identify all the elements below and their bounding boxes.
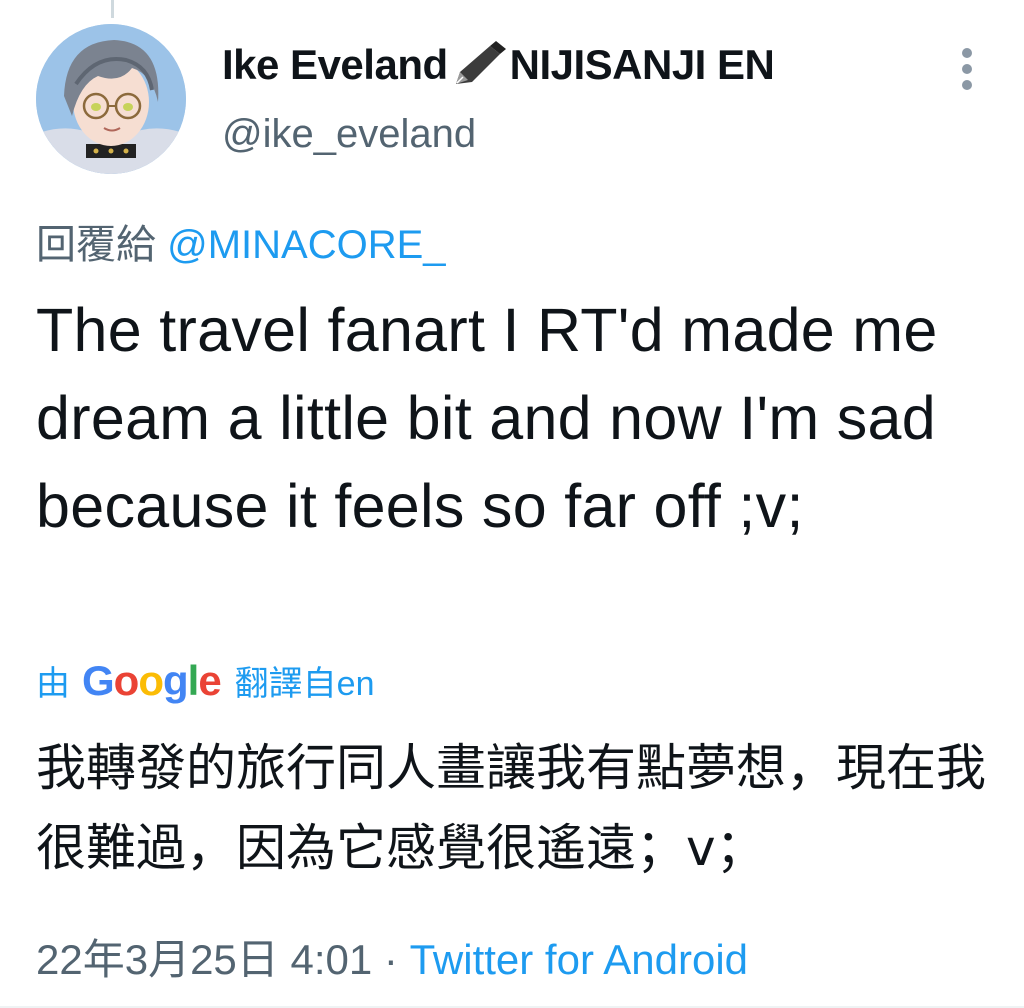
avatar-image <box>36 24 186 174</box>
author-display-name[interactable]: Ike Eveland NIJISANJI EN <box>222 40 775 90</box>
translation-attribution[interactable]: 由 Google 翻譯自en <box>36 656 375 705</box>
reply-context: 回覆給 @MINACORE_ <box>36 212 446 270</box>
avatar[interactable] <box>36 24 186 174</box>
tweet-text: The travel fanart I RT'd made me dream a… <box>36 296 938 540</box>
reply-prefix: 回覆給 <box>36 223 156 267</box>
tweet-timestamp[interactable]: 22年3月25日 4:01 <box>36 936 372 983</box>
google-logo: Google <box>82 656 222 704</box>
tweet-metadata: 22年3月25日 4:01 · Twitter for Android <box>36 926 748 987</box>
display-name-part1: Ike Eveland <box>222 41 448 88</box>
tweet-source-link[interactable]: Twitter for Android <box>410 936 748 983</box>
more-options-icon[interactable] <box>950 46 984 92</box>
thread-connector-line <box>111 0 114 18</box>
translation-suffix: 翻譯自en <box>234 665 375 703</box>
reply-mention-link[interactable]: @MINACORE_ <box>167 223 445 267</box>
display-name-part2: NIJISANJI EN <box>509 41 775 88</box>
author-handle[interactable]: @ike_eveland <box>222 112 476 157</box>
meta-separator: · <box>383 936 398 983</box>
translation-prefix: 由 <box>36 665 70 703</box>
fountain-pen-icon <box>450 40 508 90</box>
translated-text: 我轉發的旅行同人畫讓我有點夢想，現在我很難過，因為它感覺很遙遠；v； <box>36 739 986 877</box>
